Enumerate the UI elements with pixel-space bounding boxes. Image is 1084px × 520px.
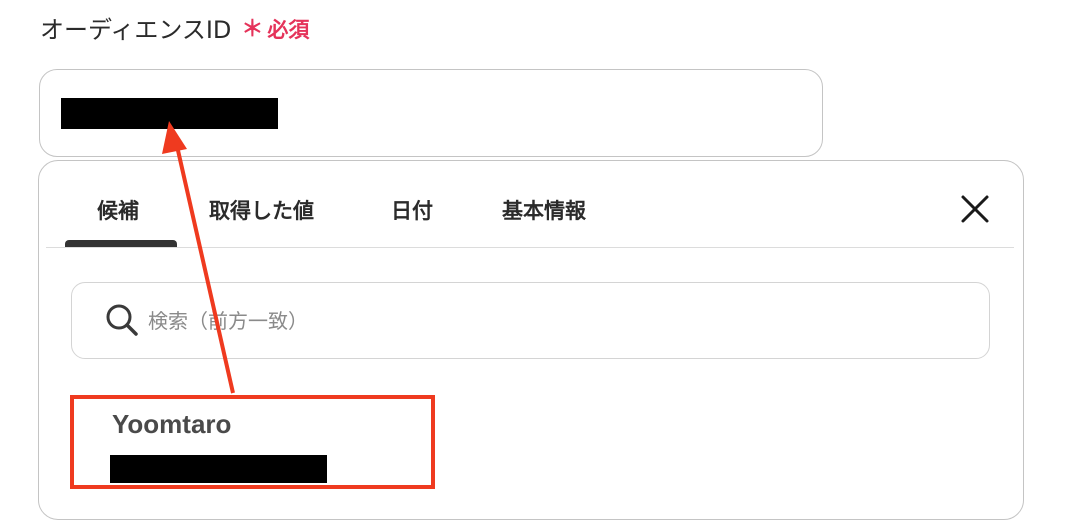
search-input[interactable] — [148, 305, 968, 337]
close-button[interactable] — [958, 192, 992, 226]
search-icon — [106, 304, 138, 336]
required-text: 必須 — [267, 18, 310, 42]
tab-date[interactable]: 日付 — [391, 196, 433, 226]
field-label-row: オーディエンスID ＊ 必須 — [40, 14, 309, 46]
tab-acquired-values[interactable]: 取得した値 — [209, 196, 314, 226]
field-label: オーディエンスID — [40, 16, 232, 44]
required-asterisk: ＊ — [241, 17, 264, 42]
tab-divider — [46, 247, 1014, 248]
annotation-highlight — [70, 395, 435, 489]
tab-candidates[interactable]: 候補 — [97, 196, 139, 226]
redacted-value — [61, 98, 278, 129]
close-icon — [961, 195, 989, 223]
tab-basic-info[interactable]: 基本情報 — [502, 196, 586, 226]
